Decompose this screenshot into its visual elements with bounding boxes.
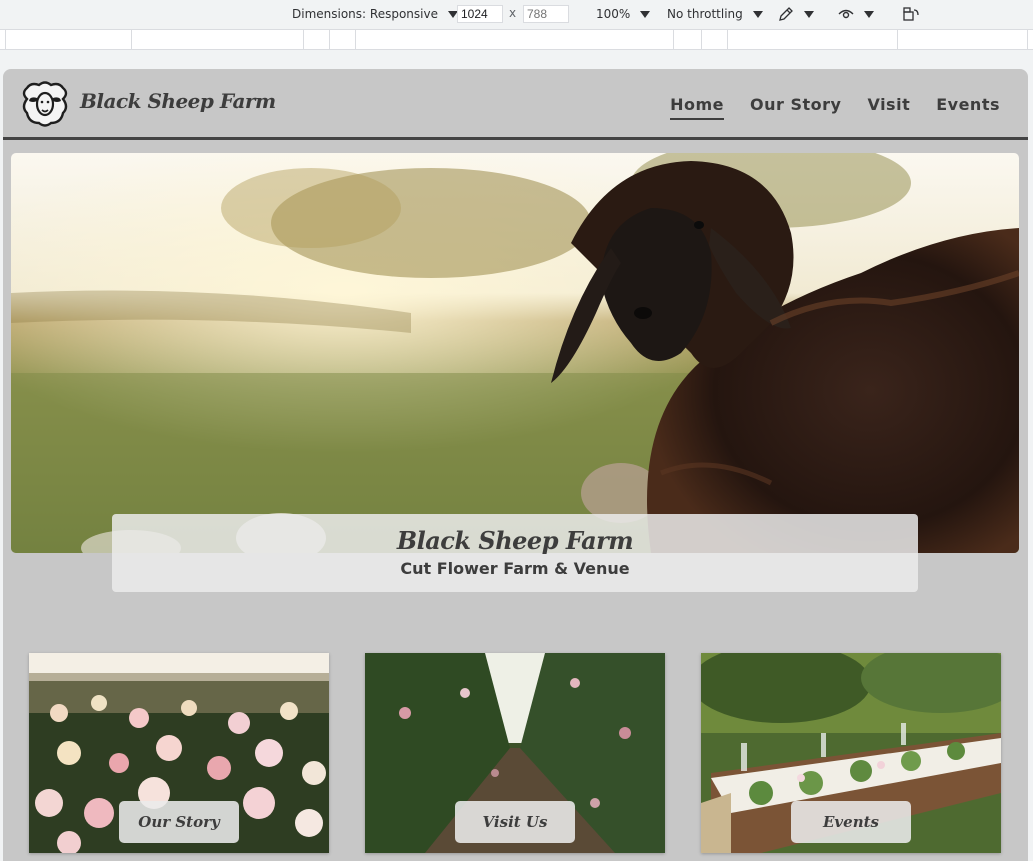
hero-image <box>11 153 1019 553</box>
hero-caption: Black Sheep Farm Cut Flower Farm & Venue <box>112 514 918 592</box>
eyedropper-icon <box>779 7 793 21</box>
brand-name[interactable]: Black Sheep Farm <box>80 89 276 113</box>
chevron-down-icon <box>640 10 651 18</box>
nav-visit[interactable]: Visit <box>867 95 910 120</box>
site-header: Black Sheep Farm Home Our Story Visit Ev… <box>3 69 1028 140</box>
width-input[interactable] <box>457 5 503 23</box>
times-separator: x <box>509 6 517 20</box>
eyedropper-dropdown[interactable] <box>778 0 814 28</box>
height-input[interactable] <box>523 5 569 23</box>
zoom-dropdown[interactable]: 100% <box>596 0 651 28</box>
card-events[interactable]: Events <box>701 653 1001 853</box>
nav-home[interactable]: Home <box>670 95 725 120</box>
vision-dropdown[interactable] <box>838 0 874 28</box>
devtools-device-toolbar: Dimensions: Responsive x 100% No throttl… <box>0 0 1033 30</box>
rotate-button[interactable] <box>902 0 920 28</box>
card-our-story[interactable]: Our Story <box>29 653 329 853</box>
device-viewport: Black Sheep Farm Home Our Story Visit Ev… <box>3 69 1028 861</box>
dimensions-dropdown[interactable]: Dimensions: Responsive <box>292 0 458 28</box>
toolbar-spacer <box>0 51 1033 67</box>
eye-icon <box>838 9 854 19</box>
visit-us-button[interactable]: Visit Us <box>455 801 575 843</box>
main-nav: Home Our Story Visit Events <box>670 95 1000 120</box>
throttling-dropdown[interactable]: No throttling <box>667 0 763 28</box>
nav-events[interactable]: Events <box>936 95 1000 120</box>
chevron-down-icon <box>864 10 874 18</box>
throttling-label: No throttling <box>667 7 743 21</box>
rotate-device-icon <box>903 7 919 21</box>
card-visit-us[interactable]: Visit Us <box>365 653 665 853</box>
hero-subtitle: Cut Flower Farm & Venue <box>400 559 630 578</box>
chevron-down-icon <box>804 10 814 18</box>
chevron-down-icon <box>752 10 763 18</box>
sheep-logo-icon[interactable] <box>17 79 73 129</box>
black-sheep-photo <box>11 153 1019 553</box>
events-button[interactable]: Events <box>791 801 911 843</box>
media-query-ruler[interactable] <box>0 30 1033 50</box>
dimensions-label: Dimensions: Responsive <box>292 7 438 21</box>
zoom-label: 100% <box>596 7 631 21</box>
hero-title: Black Sheep Farm <box>396 526 634 555</box>
nav-our-story[interactable]: Our Story <box>750 95 841 120</box>
our-story-button[interactable]: Our Story <box>119 801 239 843</box>
